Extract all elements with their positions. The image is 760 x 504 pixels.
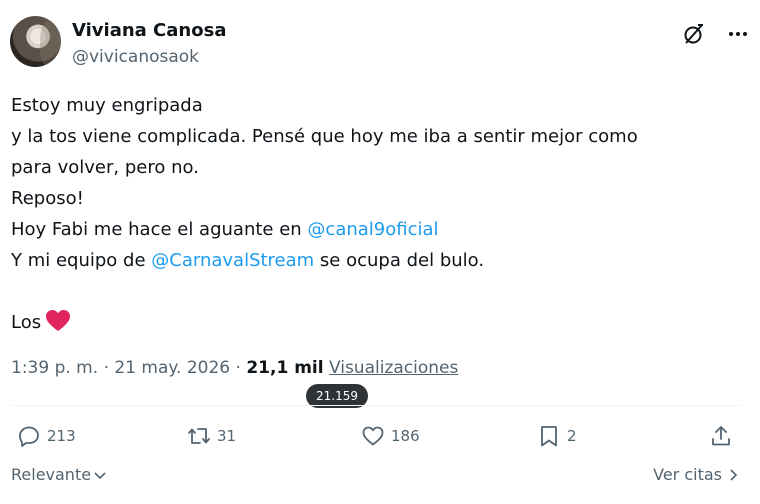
action-bar: 213 31 186 2 [11,420,741,452]
share-button[interactable] [709,420,739,452]
reply-icon [19,426,39,447]
heart-emoji-icon [46,310,71,331]
tweet-date[interactable]: 21 may. 2026 [114,358,230,378]
tweet-text: Estoy muy engripada y la tos viene compl… [11,90,731,338]
divider [11,405,740,406]
meta-separator: · [103,358,109,378]
tweet-text-segment: Y mi equipo de [11,250,152,271]
like-icon [362,426,384,446]
like-count: 186 [391,427,420,445]
bookmark-button[interactable]: 2 [537,420,577,452]
avatar[interactable] [10,16,61,67]
replies-footer: Relevante Ver citas [11,463,740,491]
meta-separator: · [235,358,241,378]
repost-icon [188,428,210,444]
chevron-down-icon [94,471,106,479]
tweet-line: Reposo! [11,188,84,209]
views-label[interactable]: Visualizaciones [329,358,458,378]
like-button[interactable]: 186 [361,420,420,452]
quotes-label: Ver citas [653,465,722,484]
reply-button[interactable]: 213 [17,420,76,452]
view-quotes-link[interactable]: Ver citas [653,465,740,484]
tweet-text-segment: Hoy Fabi me hace el aguante en [11,219,308,240]
tweet-line: Los [11,307,731,338]
tweet-header: Viviana Canosa @vivicanosaok [10,16,750,72]
tweet-text-segment: Los [11,312,42,333]
chevron-right-icon [730,468,738,481]
sort-label: Relevante [11,465,92,484]
share-icon [712,426,730,446]
bookmark-icon [541,426,557,447]
tweet-line: Y mi equipo de @CarnavalStream se ocupa … [11,245,731,276]
tweet-meta: 1:39 p. m. · 21 may. 2026 · 21,1 mil Vis… [11,358,458,378]
tweet-line: Estoy muy engripada [11,95,203,116]
bookmark-count: 2 [567,427,577,445]
more-icon[interactable] [726,22,750,46]
mention-link[interactable]: @CarnavalStream [151,250,314,271]
views-count: 21,1 mil [246,358,324,378]
mention-link[interactable]: @canal9oficial [307,219,438,240]
tweet-line: y la tos viene complicada. Pensé que hoy… [11,126,638,147]
sort-dropdown[interactable]: Relevante [11,465,107,484]
tweet-time[interactable]: 1:39 p. m. [11,358,98,378]
grok-icon[interactable] [682,22,706,46]
tweet-text-segment: se ocupa del bulo. [314,250,485,271]
author-name[interactable]: Viviana Canosa [72,20,226,41]
reply-count: 213 [47,427,76,445]
repost-button[interactable]: 31 [187,420,236,452]
repost-count: 31 [217,427,237,445]
tweet-line: para volver, pero no. [11,157,199,178]
author-handle[interactable]: @vivicanosaok [72,47,199,67]
tweet-line: Hoy Fabi me hace el aguante en @canal9of… [11,214,731,245]
